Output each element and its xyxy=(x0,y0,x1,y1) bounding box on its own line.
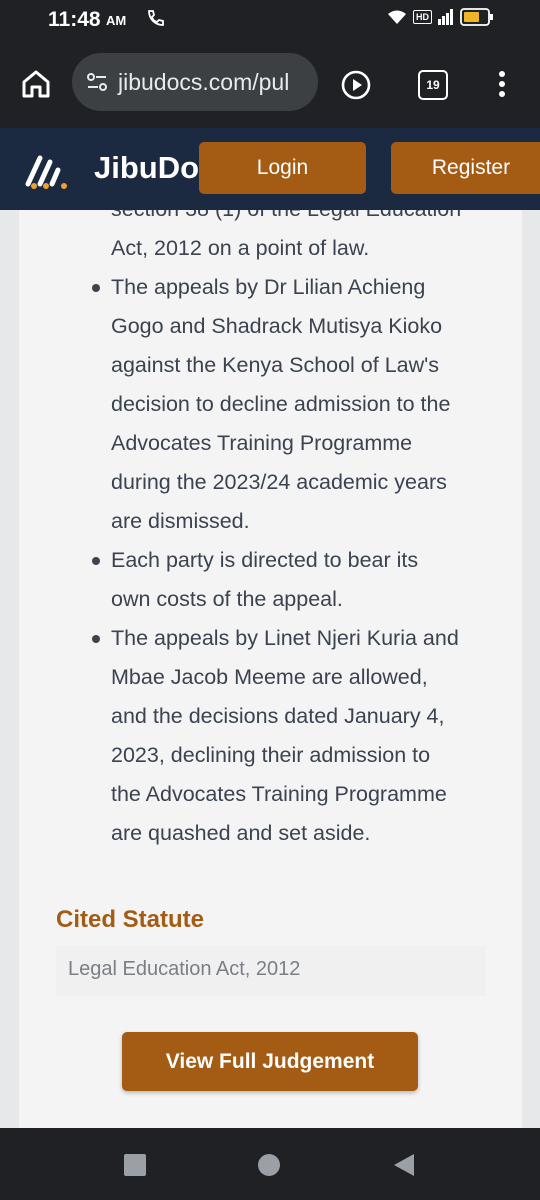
login-button[interactable]: Login xyxy=(199,142,366,194)
browser-toolbar: jibudocs.com/pul 19 xyxy=(0,38,540,128)
view-full-judgement-button[interactable]: View Full Judgement xyxy=(122,1032,418,1091)
outcome-line: Gogo and Shadrack Mutisya Kioko xyxy=(111,314,443,338)
cited-statute-heading: Cited Statute xyxy=(56,906,205,933)
outcome-line: decision to decline admission to the xyxy=(111,392,451,416)
outcome-item: section 38 (1) of the Legal Education Act… xyxy=(111,210,521,268)
more-options-icon[interactable] xyxy=(496,68,508,100)
outcome-line: and the decisions dated January 4, xyxy=(111,704,445,728)
register-button[interactable]: Register xyxy=(391,142,540,194)
outcome-item: The appeals by Linet Njeri Kuria and Mbae… xyxy=(92,619,521,853)
outcome-line: Each party is directed to bear its xyxy=(111,548,419,572)
play-icon[interactable] xyxy=(340,69,372,101)
outcome-line: 2023, declining their admission to xyxy=(111,743,431,767)
battery-icon xyxy=(460,8,493,26)
cited-statute-text: Legal Education Act, 2012 xyxy=(68,958,301,980)
status-bar: 11:48 AM HD xyxy=(0,0,540,38)
outcome-line: Act, 2012 on a point of law. xyxy=(111,236,370,260)
home-nav-icon[interactable] xyxy=(258,1154,280,1176)
signal-icon xyxy=(438,9,453,25)
outcome-line: Advocates Training Programme xyxy=(111,431,413,455)
outcome-line: Mbae Jacob Meeme are allowed, xyxy=(111,665,428,689)
home-icon[interactable] xyxy=(20,68,52,100)
wifi-calling-icon xyxy=(148,10,164,26)
url-text: jibudocs.com/pul xyxy=(118,69,290,95)
outcome-line: the Advocates Training Programme xyxy=(111,782,447,806)
outcome-line: The appeals by Dr Lilian Achieng xyxy=(111,275,426,299)
system-navigation-bar xyxy=(0,1128,540,1200)
page-content: section 38 (1) of the Legal Education Act… xyxy=(0,210,540,1128)
site-header: JibuDocs Login Register xyxy=(0,128,540,210)
outcome-list: section 38 (1) of the Legal Education Act… xyxy=(92,210,521,853)
status-icons: HD xyxy=(387,8,494,26)
cited-statute-item[interactable]: Legal Education Act, 2012 xyxy=(56,946,486,996)
jibudocs-logo-icon[interactable] xyxy=(24,148,74,190)
outcome-line: section 38 (1) of the Legal Education xyxy=(111,210,521,229)
outcome-line: are quashed and set aside. xyxy=(111,821,371,845)
outcome-line: against the Kenya School of Law's xyxy=(111,353,440,377)
wifi-icon xyxy=(388,10,406,24)
outcome-line: The appeals by Linet Njeri Kuria and xyxy=(111,626,459,650)
back-icon[interactable] xyxy=(392,1152,416,1178)
tab-switcher-button[interactable]: 19 xyxy=(418,70,448,100)
recent-apps-icon[interactable] xyxy=(124,1154,146,1176)
site-settings-icon[interactable] xyxy=(86,71,108,93)
outcome-line: are dismissed. xyxy=(111,509,250,533)
status-time: 11:48 xyxy=(48,8,101,31)
status-ampm: AM xyxy=(106,13,127,28)
outcome-item: The appeals by Dr Lilian Achieng Gogo and… xyxy=(92,268,521,541)
address-bar[interactable]: jibudocs.com/pul xyxy=(72,53,318,111)
outcome-line: own costs of the appeal. xyxy=(111,587,343,611)
outcome-item: Each party is directed to bear its own co… xyxy=(92,541,521,619)
hd-badge: HD xyxy=(413,10,432,24)
outcome-line: during the 2023/24 academic years xyxy=(111,470,447,494)
